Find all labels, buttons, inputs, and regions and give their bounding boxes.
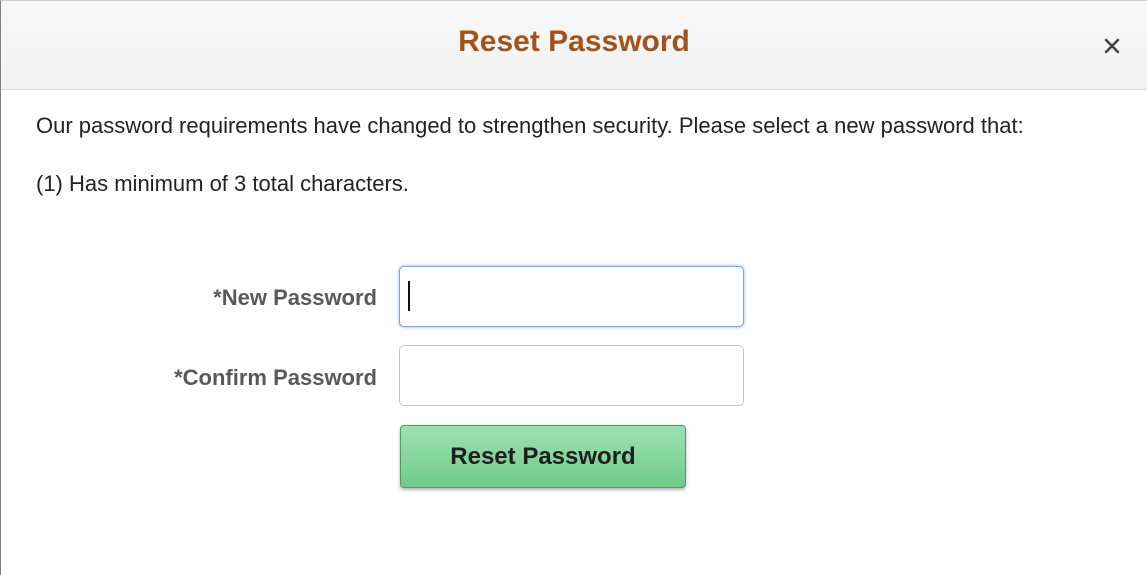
requirement-item: (1) Has minimum of 3 total characters. [36, 171, 409, 196]
confirm-password-input[interactable] [399, 345, 744, 406]
requirements-message: Our password requirements have changed t… [36, 113, 1024, 138]
dialog-header: Reset Password [1, 1, 1147, 90]
reset-password-button[interactable]: Reset Password [400, 425, 686, 488]
reset-password-dialog: Reset Password Our password requirements… [0, 0, 1147, 575]
dialog-content: Our password requirements have changed t… [1, 90, 1147, 196]
close-icon[interactable] [1099, 33, 1125, 59]
dialog-title: Reset Password [458, 25, 690, 58]
new-password-label: *New Password [213, 285, 377, 310]
new-password-input[interactable] [399, 266, 744, 327]
confirm-password-label: *Confirm Password [174, 365, 377, 390]
text-caret [408, 281, 410, 311]
